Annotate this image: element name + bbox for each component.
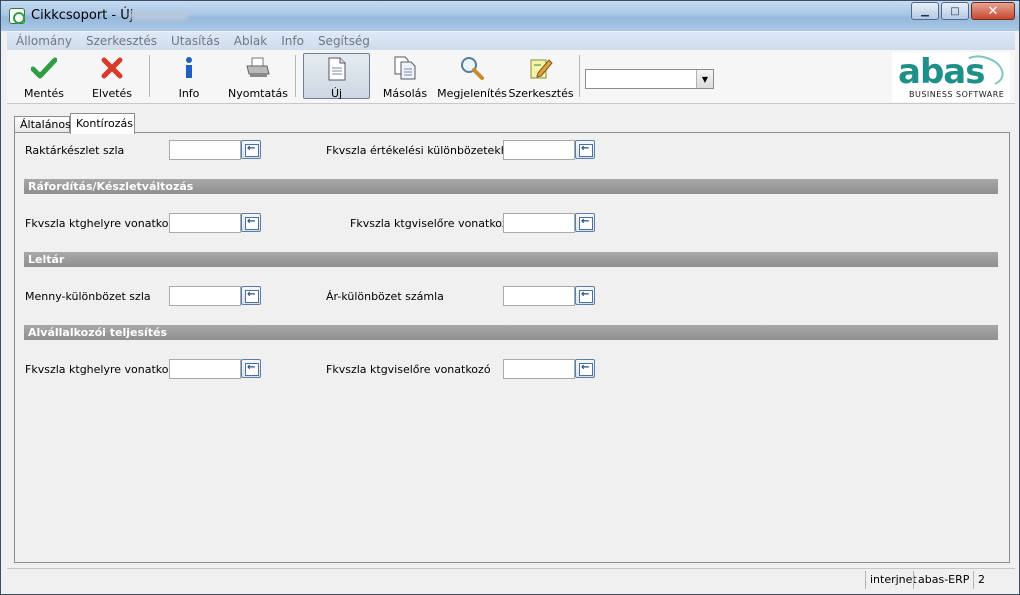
price-diff-account-input[interactable] bbox=[503, 286, 575, 306]
save-label: Mentés bbox=[23, 87, 65, 100]
valuation-diff-account-label: Fkvszla értékelési különbözetekhez bbox=[326, 144, 521, 157]
status-bar: interjnet abas-ERP 2 bbox=[7, 568, 1015, 590]
save-button[interactable]: Mentés bbox=[11, 52, 77, 100]
stock-account-input[interactable] bbox=[169, 140, 241, 160]
lookup-button-icon[interactable] bbox=[575, 140, 595, 159]
minimize-button[interactable]: ▁ bbox=[911, 2, 939, 20]
section-header-inventory: Leltár bbox=[24, 252, 998, 267]
info-label: Info bbox=[178, 87, 200, 100]
menu-ablak[interactable]: Ablak bbox=[234, 34, 267, 48]
print-label: Nyomtatás bbox=[227, 87, 289, 100]
display-button[interactable]: Megjelenítés bbox=[437, 52, 507, 100]
price-diff-account-label: Ár-különbözet számla bbox=[326, 290, 444, 303]
lookup-button-icon[interactable] bbox=[575, 286, 595, 305]
cost-unit-account-label: Fkvszla ktgviselőre vonatkozó bbox=[350, 217, 515, 230]
form-panel: Raktárkészlet szla Fkvszla értékelési kü… bbox=[14, 132, 1010, 563]
lookup-button-icon[interactable] bbox=[575, 213, 595, 232]
menu-info[interactable]: Info bbox=[281, 34, 304, 48]
window-title: Cikkcsoport - Új bbox=[31, 8, 134, 23]
toolbar: Mentés Elvetés Info Nyomtatás Új Másolás… bbox=[7, 50, 1015, 104]
title-bar[interactable]: Cikkcsoport - Új ▁ □ ✕ bbox=[1, 1, 1019, 31]
new-label: Új bbox=[330, 87, 343, 100]
new-document-icon bbox=[324, 57, 350, 81]
main-window: Cikkcsoport - Új ▁ □ ✕ Állomány Szerkesz… bbox=[0, 0, 1020, 595]
info-icon bbox=[176, 55, 202, 81]
lookup-button-icon[interactable] bbox=[241, 213, 261, 232]
toolbar-separator bbox=[579, 55, 580, 97]
lookup-button-icon[interactable] bbox=[241, 140, 261, 159]
print-button[interactable]: Nyomtatás bbox=[227, 52, 289, 100]
menu-szerkesztes[interactable]: Szerkesztés bbox=[86, 34, 157, 48]
toolbar-separator bbox=[149, 55, 150, 97]
printer-icon bbox=[245, 55, 271, 81]
cost-center-account-input[interactable] bbox=[169, 213, 241, 233]
title-redacted-blur bbox=[129, 11, 189, 20]
magnifier-icon bbox=[459, 55, 485, 81]
tab-kontirozas[interactable]: Kontírozás bbox=[70, 113, 135, 134]
subcontract-cost-center-input[interactable] bbox=[169, 359, 241, 379]
abas-logo: abas BUSINESS SOFTWARE bbox=[892, 50, 1010, 102]
stock-account-label: Raktárkészlet szla bbox=[25, 144, 125, 157]
copy-button[interactable]: Másolás bbox=[377, 52, 433, 100]
chevron-down-icon[interactable]: ▼ bbox=[696, 70, 713, 88]
menu-utasitas[interactable]: Utasítás bbox=[171, 34, 220, 48]
logo-word: abas bbox=[898, 52, 985, 92]
toolbar-combobox[interactable]: ▼ bbox=[585, 69, 714, 89]
lookup-button-icon[interactable] bbox=[241, 286, 261, 305]
lookup-button-icon[interactable] bbox=[575, 359, 595, 378]
window-controls: ▁ □ ✕ bbox=[909, 2, 1015, 20]
close-button[interactable]: ✕ bbox=[971, 2, 1015, 20]
lookup-button-icon[interactable] bbox=[241, 359, 261, 378]
valuation-diff-account-input[interactable] bbox=[503, 140, 575, 160]
edit-label: Szerkesztés bbox=[508, 87, 574, 100]
status-app: abas-ERP bbox=[913, 571, 973, 589]
subcontract-cost-center-label: Fkvszla ktghelyre vonatkozó bbox=[25, 363, 181, 376]
section-header-expense: Ráfordítás/Készletváltozás bbox=[24, 179, 998, 194]
cost-center-account-label: Fkvszla ktghelyre vonatkozó bbox=[25, 217, 181, 230]
subcontract-cost-unit-label: Fkvszla ktgviselőre vonatkozó bbox=[326, 363, 491, 376]
logo-tagline: BUSINESS SOFTWARE bbox=[909, 90, 1005, 99]
info-button[interactable]: Info bbox=[159, 52, 219, 100]
cost-unit-account-input[interactable] bbox=[503, 213, 575, 233]
app-icon bbox=[9, 8, 25, 24]
status-number: 2 bbox=[973, 571, 989, 589]
menu-bar: Állomány Szerkesztés Utasítás Ablak Info… bbox=[7, 32, 1015, 50]
discard-label: Elvetés bbox=[91, 87, 133, 100]
section-header-subcontracting: Alvállalkozói teljesítés bbox=[24, 325, 998, 340]
new-button[interactable]: Új bbox=[303, 53, 370, 100]
edit-button[interactable]: Szerkesztés bbox=[508, 52, 574, 100]
subcontract-cost-unit-input[interactable] bbox=[503, 359, 575, 379]
menu-allomany[interactable]: Állomány bbox=[16, 34, 72, 48]
quantity-diff-account-label: Menny-különbözet szla bbox=[25, 290, 151, 303]
display-label: Megjelenítés bbox=[437, 87, 507, 100]
menu-segitseg[interactable]: Segítség bbox=[318, 34, 370, 48]
toolbar-separator bbox=[295, 55, 296, 97]
quantity-diff-account-input[interactable] bbox=[169, 286, 241, 306]
edit-pencil-icon bbox=[528, 55, 554, 81]
copy-label: Másolás bbox=[382, 87, 428, 100]
maximize-button[interactable]: □ bbox=[941, 2, 969, 20]
copy-documents-icon bbox=[392, 55, 418, 81]
red-x-icon bbox=[99, 55, 125, 81]
checkmark-icon bbox=[31, 55, 57, 81]
discard-button[interactable]: Elvetés bbox=[79, 52, 145, 100]
